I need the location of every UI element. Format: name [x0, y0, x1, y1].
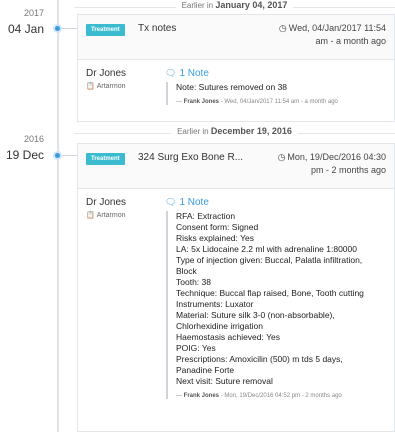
separator-text: Earlier in January 04, 2017: [175, 0, 294, 10]
note-line: Block: [176, 266, 197, 276]
clock-icon: ◷: [277, 152, 286, 162]
timestamp-line2: pm - 2 months ago: [310, 165, 386, 175]
note-line: Technique: Buccal flap raised, Bone, Too…: [176, 288, 364, 298]
timestamp-line1: Mon, 19/Dec/2016 04:30: [287, 152, 386, 162]
author-location: 📋 Artarmon: [86, 82, 126, 90]
note-count-text: 1 Note: [179, 68, 209, 79]
entry-body: Dr Jones 📋 Artarmon 🗨 1 Note RFA: Extracti…: [78, 189, 394, 432]
author-block: Dr Jones 📋 Artarmon: [86, 197, 126, 219]
separator-date: December 19, 2016: [210, 126, 292, 136]
timeline-line: [57, 0, 59, 432]
note-line: Chlorhexidine irrigation: [176, 321, 263, 331]
entry-header[interactable]: Treatment 324 Surg Exo Bone R... ◷ Mon, 1…: [78, 144, 394, 189]
note-line: POIG: Yes: [176, 343, 216, 353]
treatment-badge: Treatment: [86, 24, 125, 36]
timeline-date: 2016 19 Dec: [0, 134, 44, 162]
timeline-entry-card[interactable]: Treatment 324 Surg Exo Bone R... ◷ Mon, 1…: [77, 143, 395, 432]
treatment-badge: Treatment: [86, 153, 125, 165]
location-text: Artarmon: [96, 212, 126, 219]
separator-prefix: Earlier in: [177, 127, 209, 136]
note-meta-time: - Wed, 04/Jan/2017 11:54 am - a month ag…: [219, 99, 338, 105]
location-text: Artarmon: [96, 83, 126, 90]
timeline-connector: [62, 155, 77, 156]
date-year: 2017: [23, 8, 44, 18]
date-year: 2016: [23, 134, 44, 144]
note-line: Tooth: 38: [176, 277, 211, 287]
timeline-date: 2017 04 Jan: [0, 8, 44, 36]
note-text: RFA: Extraction Consent form: Signed Ris…: [176, 211, 386, 387]
entry-header[interactable]: Treatment Tx notes ◷ Wed, 04/Jan/2017 11:…: [78, 15, 394, 60]
note-box: Note: Sutures removed on 38 — Frank Jone…: [166, 82, 386, 105]
note-text: Note: Sutures removed on 38: [176, 82, 386, 93]
note-line: Consent form: Signed: [176, 222, 259, 232]
note-count-text: 1 Note: [179, 197, 209, 208]
note-meta: — Frank Jones - Wed, 04/Jan/2017 11:54 a…: [176, 99, 338, 105]
timeline-dot: [53, 24, 62, 33]
entry-timestamp: ◷ Mon, 19/Dec/2016 04:30 pm - 2 months ag…: [278, 151, 386, 177]
note-line: Panadine Forte: [176, 365, 235, 375]
note-author: Frank Jones: [183, 99, 220, 105]
separator-date: January 04, 2017: [215, 0, 288, 10]
clipboard-icon: 📋: [86, 212, 95, 219]
note-line: Next visit: Suture removal: [176, 376, 273, 386]
note-line: RFA: Extraction: [176, 211, 236, 221]
note-line: Type of injection given: Buccal, Palatla…: [176, 255, 363, 265]
author-block: Dr Jones 📋 Artarmon: [86, 68, 126, 90]
note-author: Frank Jones: [183, 393, 220, 399]
timeline-entry-card[interactable]: Treatment Tx notes ◷ Wed, 04/Jan/2017 11:…: [77, 14, 395, 122]
note-line: Instruments: Luxator: [176, 299, 254, 309]
note-line: Note: Sutures removed on 38: [176, 82, 288, 92]
timestamp-line1: Wed, 04/Jan/2017 11:54: [288, 23, 386, 33]
note-line: Material: Suture silk 3-0 (non-absorbabl…: [176, 310, 335, 320]
author-location: 📋 Artarmon: [86, 211, 126, 219]
note-meta: — Frank Jones - Mon, 19/Dec/2016 04:52 p…: [176, 393, 342, 399]
comment-icon: 🗨: [165, 68, 177, 78]
clock-icon: ◷: [278, 23, 287, 33]
author-name: Dr Jones: [86, 68, 127, 79]
date-separator: Earlier in January 04, 2017: [74, 0, 395, 14]
entry-title[interactable]: 324 Surg Exo Bone R...: [138, 152, 243, 163]
comment-icon: 🗨: [165, 197, 177, 207]
timeline-connector: [62, 28, 77, 29]
note-line: Haemostasis achieved: Yes: [176, 332, 280, 342]
entry-body: Dr Jones 📋 Artarmon 🗨 1 Note Note: Sutures…: [78, 60, 394, 122]
timestamp-line2: am - a month ago: [315, 36, 386, 46]
note-line: Prescriptions: Amoxicilin (500) m tds 5 …: [176, 354, 343, 364]
separator-text: Earlier in December 19, 2016: [171, 126, 298, 136]
clipboard-icon: 📋: [86, 83, 95, 90]
note-count-link[interactable]: 🗨 1 Note: [165, 68, 209, 79]
date-separator: Earlier in December 19, 2016: [74, 126, 395, 140]
date-day: 04 Jan: [7, 22, 44, 36]
note-line: Risks explained: Yes: [176, 233, 254, 243]
date-day: 19 Dec: [5, 148, 44, 162]
note-count-link[interactable]: 🗨 1 Note: [165, 197, 209, 208]
timeline-dot: [53, 151, 62, 160]
note-line: LA: 5x Lidocaine 2.2 ml with adrenaline …: [176, 244, 357, 254]
separator-prefix: Earlier in: [181, 1, 214, 10]
note-meta-time: - Mon, 19/Dec/2016 04:52 pm - 2 months a…: [219, 393, 342, 399]
entry-title[interactable]: Tx notes: [138, 23, 176, 34]
author-name: Dr Jones: [86, 197, 127, 208]
entry-timestamp: ◷ Wed, 04/Jan/2017 11:54 am - a month ago: [279, 22, 386, 48]
note-box: RFA: Extraction Consent form: Signed Ris…: [166, 211, 386, 399]
